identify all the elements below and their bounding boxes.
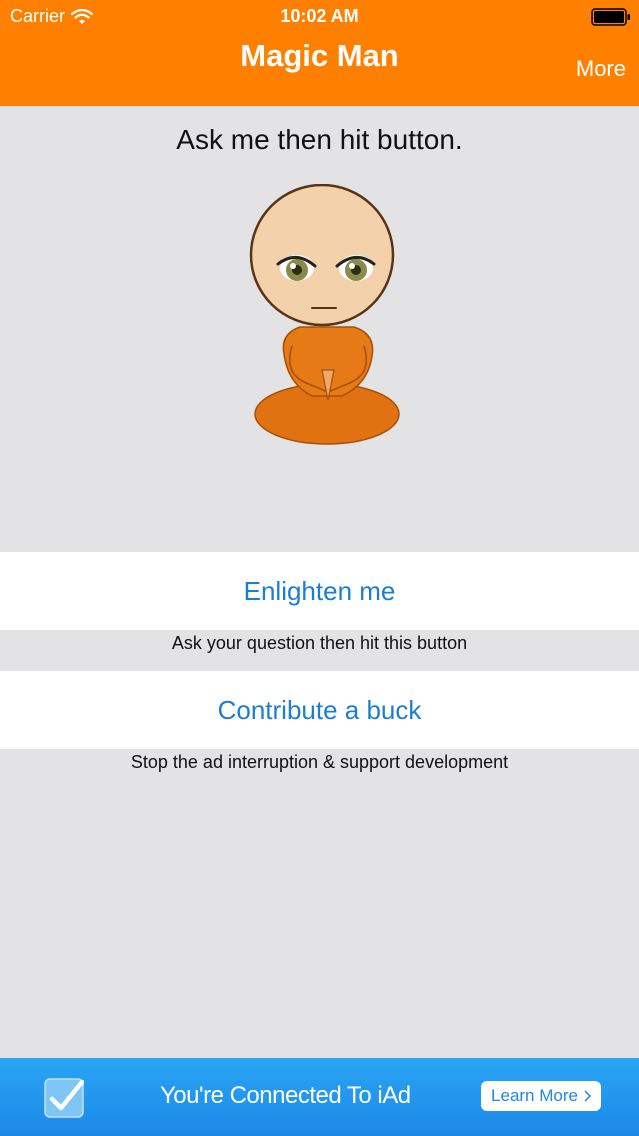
more-button[interactable]: More (576, 56, 626, 82)
monk-left-highlight (290, 263, 296, 269)
contribute-button[interactable]: Contribute a buck (0, 671, 639, 749)
learn-more-button[interactable]: Learn More (481, 1081, 601, 1111)
learn-more-label: Learn More (491, 1086, 578, 1105)
battery-icon (591, 8, 630, 26)
chevron-right-icon (584, 1090, 591, 1102)
enlighten-me-button[interactable]: Enlighten me (0, 552, 639, 630)
checkmark-icon (44, 1078, 84, 1118)
monk-head (249, 184, 395, 327)
iad-banner[interactable]: You're Connected To iAd Learn More (0, 1058, 639, 1136)
prompt-text: Ask me then hit button. (176, 124, 463, 155)
clock: 10:02 AM (280, 6, 359, 26)
contribute-caption: Stop the ad interruption & support devel… (130, 752, 509, 772)
enlighten-caption: Ask your question then hit this button (171, 633, 468, 653)
monk-right-highlight (349, 263, 355, 269)
monk-illustration (249, 184, 400, 445)
enlighten-me-label: Enlighten me (243, 575, 396, 606)
status-bar: Carrier 10:02 AM (0, 0, 639, 34)
navigation-header: Carrier 10:02 AM Magic Man More (0, 0, 639, 106)
contribute-label: Contribute a buck (217, 694, 422, 725)
nav-title: Magic Man (240, 38, 399, 73)
iad-message: You're Connected To iAd (160, 1082, 411, 1109)
